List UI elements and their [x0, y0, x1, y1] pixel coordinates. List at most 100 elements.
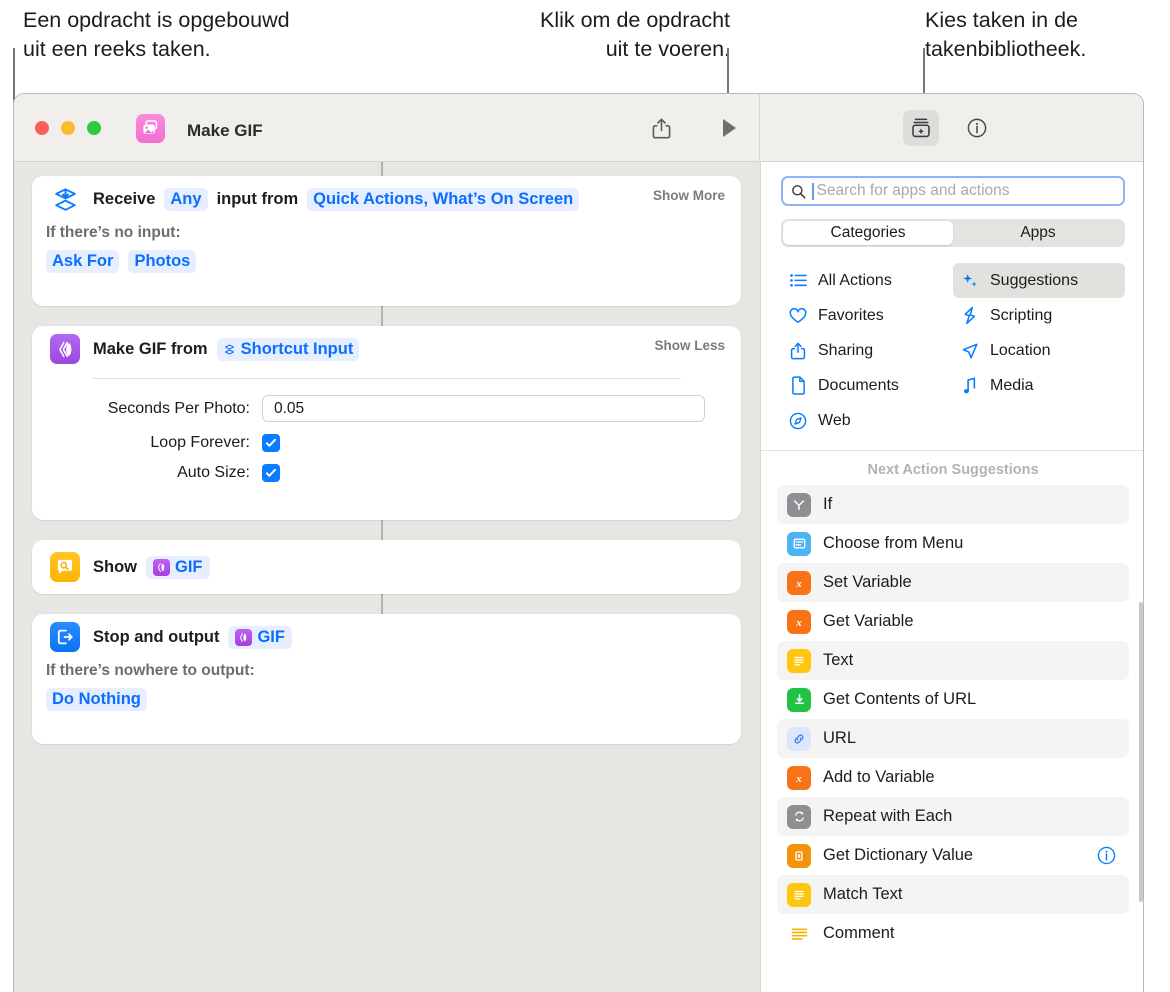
- text-caret: [812, 182, 814, 200]
- menu-icon: [787, 531, 811, 556]
- flow-connector-1: [381, 306, 383, 326]
- svg-text:x: x: [795, 772, 802, 784]
- suggestion-get-variable[interactable]: x Get Variable: [777, 602, 1129, 641]
- suggestion-set-variable[interactable]: x Set Variable: [777, 563, 1129, 602]
- category-suggestions[interactable]: Suggestions: [953, 263, 1125, 298]
- param-pill-any[interactable]: Any: [164, 187, 208, 211]
- suggestion-label: URL: [823, 729, 857, 747]
- suggestion-if[interactable]: If: [777, 485, 1129, 524]
- minimize-button[interactable]: [61, 121, 75, 135]
- show-less-toggle[interactable]: Show Less: [654, 338, 725, 353]
- no-input-label: If there’s no input:: [46, 224, 181, 241]
- var-pill-gif[interactable]: GIF: [146, 555, 210, 579]
- flow-connector-0: [381, 162, 383, 176]
- callout-leader-3: [923, 48, 925, 94]
- category-all-actions[interactable]: All Actions: [781, 263, 953, 298]
- callout-leader-2: [727, 48, 729, 94]
- suggestion-label: Match Text: [823, 885, 903, 903]
- heart-icon: [787, 307, 809, 324]
- suggestion-label: Text: [823, 651, 854, 669]
- share-button[interactable]: [643, 110, 679, 146]
- category-scripting[interactable]: Scripting: [953, 298, 1125, 333]
- action-header: Make GIF from Shortcut Input Show Less: [32, 326, 741, 372]
- callout-leader-1: [13, 48, 15, 94]
- svg-text:x: x: [795, 616, 802, 628]
- action-title: Stop and output: [93, 627, 220, 646]
- suggestion-label: Set Variable: [823, 573, 912, 591]
- loop-forever-checkbox[interactable]: [262, 434, 280, 452]
- tab-apps[interactable]: Apps: [953, 221, 1123, 245]
- param-pill-sources[interactable]: Quick Actions, What’s On Screen: [307, 187, 580, 211]
- var-pill-gif[interactable]: GIF: [228, 625, 292, 649]
- callout-line-3b: takenbibliotheek.: [925, 37, 1087, 61]
- list-bullet-icon: [787, 273, 809, 288]
- window-title: Make GIF: [187, 121, 263, 140]
- category-documents[interactable]: Documents: [781, 368, 953, 403]
- show-more-toggle[interactable]: Show More: [653, 188, 725, 203]
- share-icon: [787, 342, 809, 360]
- action-card-receive[interactable]: Receive Any input from Quick Actions, Wh…: [32, 176, 741, 306]
- variable-icon: x: [787, 570, 811, 595]
- download-icon: [787, 687, 811, 712]
- info-button[interactable]: [959, 110, 995, 146]
- svg-text:x: x: [795, 577, 802, 589]
- gif-token-icon: [153, 558, 170, 576]
- suggestion-repeat-with-each[interactable]: Repeat with Each: [777, 797, 1129, 836]
- text-icon: [787, 882, 811, 907]
- action-card-make-gif[interactable]: Make GIF from Shortcut Input Show Less S…: [32, 326, 741, 520]
- info-icon[interactable]: [1096, 845, 1117, 866]
- repeat-icon: [787, 804, 811, 829]
- safari-icon: [787, 412, 809, 430]
- pill-do-nothing[interactable]: Do Nothing: [46, 688, 147, 711]
- no-input-pills: Ask For Photos: [32, 250, 741, 287]
- suggestion-match-text[interactable]: Match Text: [777, 875, 1129, 914]
- category-web[interactable]: Web: [781, 403, 953, 438]
- suggestion-get-dictionary-value[interactable]: Get Dictionary Value: [777, 836, 1129, 875]
- shortcut-input-glyph: [224, 344, 234, 354]
- category-label: Web: [818, 411, 851, 429]
- category-media[interactable]: Media: [953, 368, 1125, 403]
- close-button[interactable]: [35, 121, 49, 135]
- pill-photos[interactable]: Photos: [128, 250, 197, 273]
- action-library-pane: Search for apps and actions Categories A…: [760, 162, 1143, 992]
- suggestion-text[interactable]: Text: [777, 641, 1129, 680]
- traffic-lights: [35, 121, 101, 135]
- category-location[interactable]: Location: [953, 333, 1125, 368]
- category-favorites[interactable]: Favorites: [781, 298, 953, 333]
- search-field[interactable]: Search for apps and actions: [781, 176, 1125, 206]
- show-result-icon: [50, 552, 80, 582]
- callout-line-3a: Kies taken in de: [925, 8, 1078, 32]
- action-library-button[interactable]: [903, 110, 939, 146]
- scripting-icon: [959, 306, 981, 325]
- branch-icon: [787, 492, 811, 517]
- suggestion-get-contents-of-url[interactable]: Get Contents of URL: [777, 680, 1129, 719]
- param-row-loop-forever: Loop Forever:: [32, 434, 741, 452]
- library-segmented-control[interactable]: Categories Apps: [781, 219, 1125, 247]
- param-label: Seconds Per Photo:: [107, 399, 250, 417]
- tab-categories[interactable]: Categories: [783, 221, 953, 245]
- pill-ask-for[interactable]: Ask For: [46, 250, 120, 273]
- param-pill-shortcut-input[interactable]: Shortcut Input: [216, 337, 360, 361]
- action-header: Receive Any input from Quick Actions, Wh…: [32, 176, 741, 222]
- nowhere-to-output-label: If there’s nowhere to output:: [46, 662, 255, 679]
- library-scrollbar[interactable]: [1139, 602, 1143, 902]
- run-button[interactable]: [711, 110, 747, 146]
- pill-label: GIF: [175, 557, 203, 576]
- suggestion-url[interactable]: URL: [777, 719, 1129, 758]
- category-grid: All Actions Suggestions Favorites Script…: [761, 263, 1143, 438]
- params-divider: [92, 378, 681, 379]
- category-sharing[interactable]: Sharing: [781, 333, 953, 368]
- action-card-show[interactable]: Show GIF: [32, 540, 741, 594]
- search-icon: [792, 184, 806, 198]
- suggestion-label: Add to Variable: [823, 768, 935, 786]
- zoom-button[interactable]: [87, 121, 101, 135]
- action-header: Stop and output GIF: [32, 614, 741, 660]
- suggestion-comment[interactable]: Comment: [777, 914, 1129, 953]
- photos-stack-icon: [136, 114, 165, 143]
- action-card-stop-and-output[interactable]: Stop and output GIF If there’s nowhere t…: [32, 614, 741, 744]
- seconds-per-photo-input[interactable]: 0.05: [262, 395, 705, 422]
- auto-size-checkbox[interactable]: [262, 464, 280, 482]
- suggestion-add-to-variable[interactable]: x Add to Variable: [777, 758, 1129, 797]
- suggestion-choose-from-menu[interactable]: Choose from Menu: [777, 524, 1129, 563]
- pill-label: Shortcut Input: [240, 339, 354, 358]
